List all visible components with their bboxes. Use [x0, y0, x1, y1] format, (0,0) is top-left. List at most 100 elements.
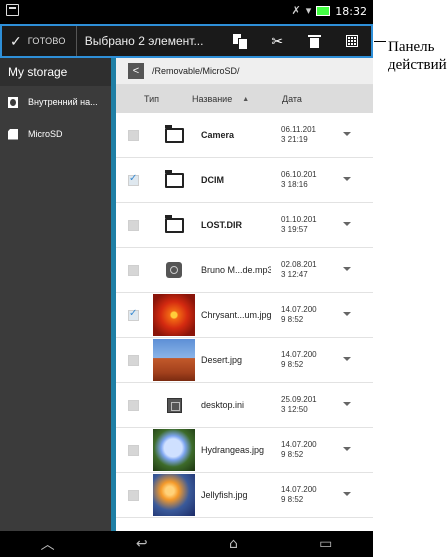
bluetooth-icon: ✗	[291, 4, 301, 17]
home-icon[interactable]: ⌂	[229, 536, 238, 552]
navigation-bar: ︿ ↩ ⌂ ▭	[0, 531, 373, 557]
row-menu-icon[interactable]	[343, 222, 351, 226]
sidebar-item-internal[interactable]: Внутренний на...	[0, 86, 111, 118]
file-date: 14.07.200 9 8:52	[271, 305, 319, 325]
row-checkbox[interactable]	[128, 219, 139, 231]
folder-icon	[164, 169, 184, 188]
sidebar-title: My storage	[0, 58, 111, 86]
row-menu-icon[interactable]	[343, 447, 351, 451]
file-name: desktop.ini	[201, 400, 245, 410]
column-name-label: Название	[192, 94, 233, 104]
back-button[interactable]: <	[128, 63, 144, 79]
selection-count: Выбрано 2 элемент...	[84, 34, 204, 48]
row-checkbox[interactable]	[128, 129, 139, 141]
file-name: Camera	[201, 130, 235, 140]
row-checkbox[interactable]	[128, 444, 139, 456]
file-name: Bruno M...de.mp3	[201, 265, 271, 275]
file-date-line2: 9 8:52	[281, 495, 304, 504]
row-menu-icon[interactable]	[343, 402, 351, 406]
file-thumbnail	[153, 474, 195, 516]
settings-file-icon	[166, 397, 182, 413]
internal-storage-icon	[8, 96, 18, 108]
sidebar-item-microsd[interactable]: MicroSD	[0, 118, 111, 150]
file-thumbnail	[153, 249, 195, 291]
file-name: LOST.DIR	[201, 220, 243, 230]
file-date-line1: 25.09.201	[281, 395, 317, 404]
row-menu-icon[interactable]	[343, 177, 351, 181]
done-button[interactable]: ✓ ГОТОВО	[2, 26, 77, 56]
status-time: 18:32	[335, 4, 367, 18]
image-thumbnail	[153, 474, 195, 516]
file-list-panel: < /Removable/MicroSD/ Тип Название ▲ Дат…	[116, 58, 373, 531]
file-name: Chrysant...um.jpg	[201, 310, 271, 320]
file-date-line2: 9 8:52	[281, 450, 304, 459]
row-menu-icon[interactable]	[343, 267, 351, 271]
cut-button[interactable]: ✂	[258, 26, 296, 56]
sd-card-icon	[8, 128, 18, 140]
file-row[interactable]: Desert.jpg 14.07.200 9 8:52	[116, 338, 373, 383]
current-path: /Removable/MicroSD/	[152, 66, 240, 76]
file-date-line2: 3 21:19	[281, 135, 308, 144]
back-icon[interactable]: ↩	[136, 536, 148, 552]
row-menu-icon[interactable]	[343, 492, 351, 496]
file-thumbnail	[153, 204, 195, 246]
collapse-icon[interactable]: ︿	[41, 534, 55, 554]
file-row[interactable]: Bruno M...de.mp3 02.08.201 3 12:47	[116, 248, 373, 293]
file-row[interactable]: Kalimba.mp314.07.200	[116, 518, 373, 531]
row-checkbox[interactable]	[128, 173, 139, 186]
notification-icon	[6, 4, 19, 16]
file-thumbnail	[153, 384, 195, 426]
row-menu-icon[interactable]	[343, 312, 351, 316]
folder-icon	[164, 214, 184, 233]
copy-button[interactable]	[221, 26, 259, 56]
row-menu-icon[interactable]	[343, 357, 351, 361]
delete-button[interactable]	[296, 26, 334, 56]
file-row[interactable]: Hydrangeas.jpg 14.07.200 9 8:52	[116, 428, 373, 473]
file-list: Camera 06.11.2013 21:19 DCIM 06.10.2013 18:…	[116, 113, 373, 531]
file-date-line1: 02.08.201	[281, 260, 317, 269]
checkmark-icon: ✓	[10, 32, 22, 49]
file-row[interactable]: Camera 06.11.201 3 21:19	[116, 113, 373, 158]
file-thumbnail	[153, 294, 195, 336]
file-row[interactable]: desktop.ini 25.09.201 3 12:50	[116, 383, 373, 428]
delete-icon	[308, 34, 322, 48]
file-date-line2: 3 19:57	[281, 225, 308, 234]
file-row[interactable]: Chrysant...um.jpg14.07.2009 8:52	[116, 293, 373, 338]
file-row[interactable]: LOST.DIR 01.10.201 3 19:57	[116, 203, 373, 248]
row-checkbox[interactable]	[128, 264, 139, 276]
file-date-line2: 9 8:52	[281, 360, 304, 369]
file-date-line1: 14.07.200	[281, 350, 317, 359]
file-name: Desert.jpg	[201, 355, 243, 365]
tablet-screen: ✗ ▾ 18:32 ✓ ГОТОВО Выбрано 2 элемент... …	[0, 0, 373, 557]
file-date: 14.07.200 9 8:52	[271, 485, 319, 505]
row-checkbox[interactable]	[128, 354, 139, 366]
file-thumbnail	[153, 519, 195, 531]
row-menu-icon[interactable]	[343, 132, 351, 136]
file-date: 02.08.201 3 12:47	[271, 260, 319, 280]
file-thumbnail	[153, 339, 195, 381]
file-date-line2: 9 8:52	[281, 315, 304, 324]
image-thumbnail	[153, 339, 195, 381]
column-date[interactable]: Дата	[280, 94, 302, 104]
file-thumbnail	[153, 429, 195, 471]
file-date: 14.07.200 9 8:52	[271, 440, 319, 460]
file-date-line1: 14.07.200	[281, 485, 317, 494]
row-checkbox[interactable]	[128, 489, 139, 501]
file-thumbnail	[153, 114, 195, 156]
recent-apps-icon[interactable]: ▭	[319, 536, 332, 552]
row-checkbox[interactable]	[128, 308, 139, 321]
file-row[interactable]: Jellyfish.jpg 14.07.200 9 8:52	[116, 473, 373, 518]
file-date: 01.10.201 3 19:57	[271, 215, 319, 235]
file-row[interactable]: DCIM 06.10.2013 18:16	[116, 158, 373, 203]
copy-icon	[232, 34, 247, 49]
select-all-button[interactable]	[333, 26, 371, 56]
column-type[interactable]: Тип	[116, 94, 192, 104]
row-checkbox[interactable]	[128, 399, 139, 411]
file-date-line2: 3 18:16	[281, 180, 308, 189]
signal-icon: ▾	[305, 4, 312, 17]
image-thumbnail	[153, 294, 195, 336]
sidebar-item-label: MicroSD	[28, 129, 63, 139]
action-bar-callout: Панель действий	[388, 39, 447, 73]
column-header: Тип Название ▲ Дата	[116, 85, 373, 113]
column-name[interactable]: Название ▲	[192, 94, 280, 104]
